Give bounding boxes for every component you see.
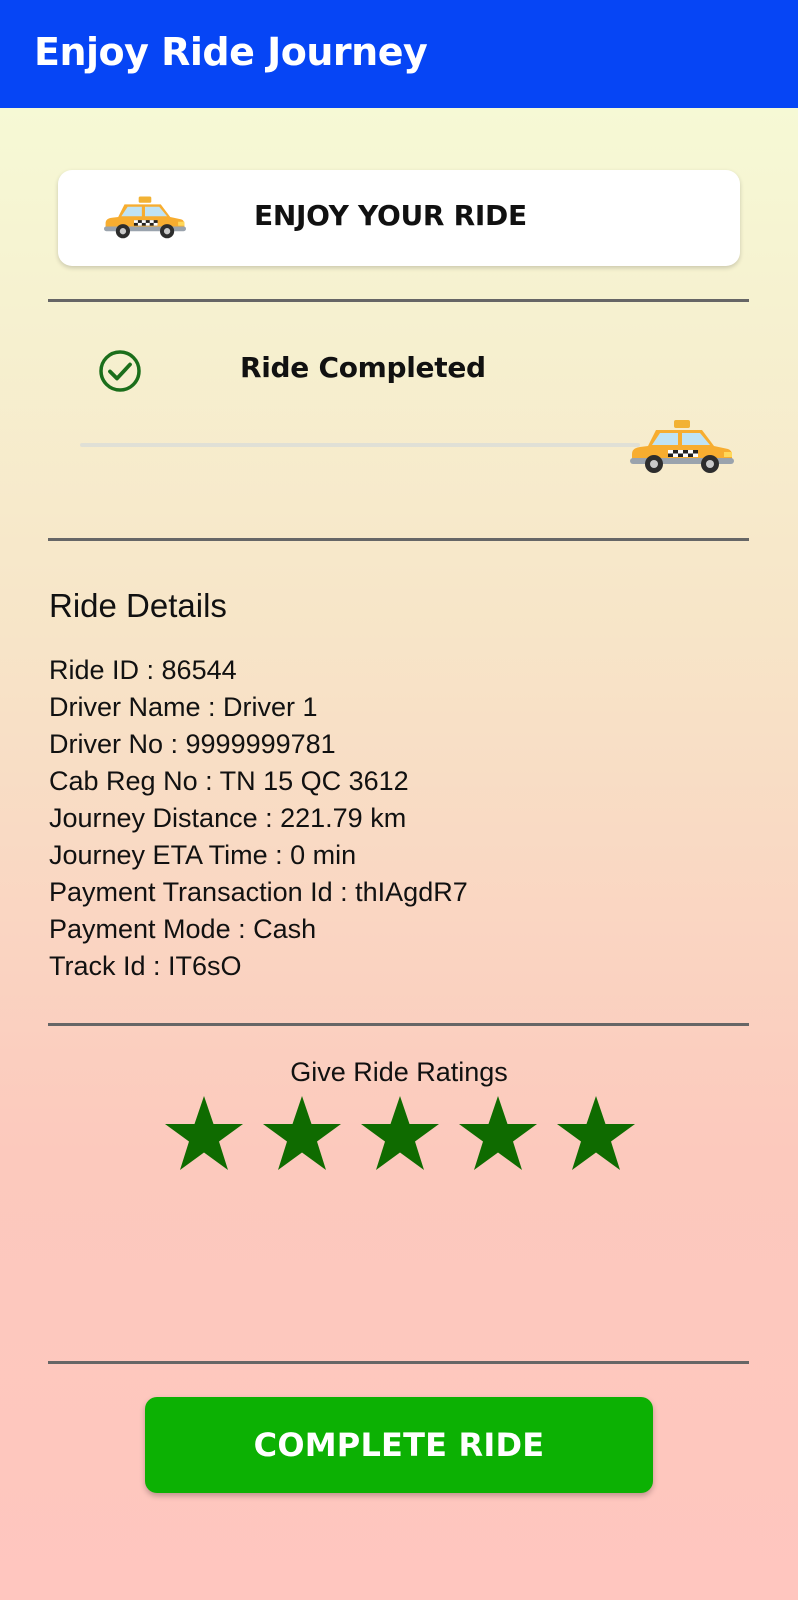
- payment-mode: Payment Mode : Cash: [49, 914, 317, 944]
- star-icon-1[interactable]: [162, 1094, 246, 1176]
- journey-eta-time: Journey ETA Time : 0 min: [49, 840, 357, 870]
- ride-progress-track: [80, 443, 640, 447]
- star-icon-3[interactable]: [358, 1094, 442, 1176]
- divider: [48, 1361, 749, 1364]
- journey-distance: Journey Distance : 221.79 km: [49, 803, 407, 833]
- check-circle-icon: [99, 350, 141, 392]
- star-rating: [162, 1094, 642, 1176]
- ride-details-heading: Ride Details: [49, 587, 227, 624]
- star-icon-4[interactable]: [456, 1094, 540, 1176]
- app-bar: Enjoy Ride Journey: [0, 0, 798, 108]
- ratings-label: Give Ride Ratings: [290, 1057, 508, 1087]
- taxi-icon: [630, 420, 734, 473]
- cab-reg-number: Cab Reg No : TN 15 QC 3612: [49, 766, 409, 796]
- star-icon-2[interactable]: [260, 1094, 344, 1176]
- payment-transaction-id: Payment Transaction Id : thIAgdR7: [49, 877, 468, 907]
- divider: [48, 1023, 749, 1026]
- complete-ride-button[interactable]: COMPLETE RIDE: [145, 1397, 653, 1493]
- ride-screen: ENJOY YOUR RIDE Ride Completed Ride Deta…: [0, 108, 798, 1600]
- divider: [48, 299, 749, 302]
- driver-number: Driver No : 9999999781: [49, 729, 336, 759]
- track-id: Track Id : IT6sO: [49, 951, 242, 981]
- driver-name: Driver Name : Driver 1: [49, 692, 318, 722]
- ride-id: Ride ID : 86544: [49, 655, 237, 685]
- taxi-icon: [104, 196, 186, 239]
- ride-details-list: Ride ID : 86544 Driver Name : Driver 1 D…: [49, 652, 468, 985]
- ride-status-label: Ride Completed: [240, 351, 486, 384]
- divider: [48, 538, 749, 541]
- app-title: Enjoy Ride Journey: [34, 30, 428, 74]
- enjoy-ride-card: ENJOY YOUR RIDE: [58, 170, 740, 266]
- star-icon-5[interactable]: [554, 1094, 638, 1176]
- enjoy-ride-title: ENJOY YOUR RIDE: [254, 199, 527, 232]
